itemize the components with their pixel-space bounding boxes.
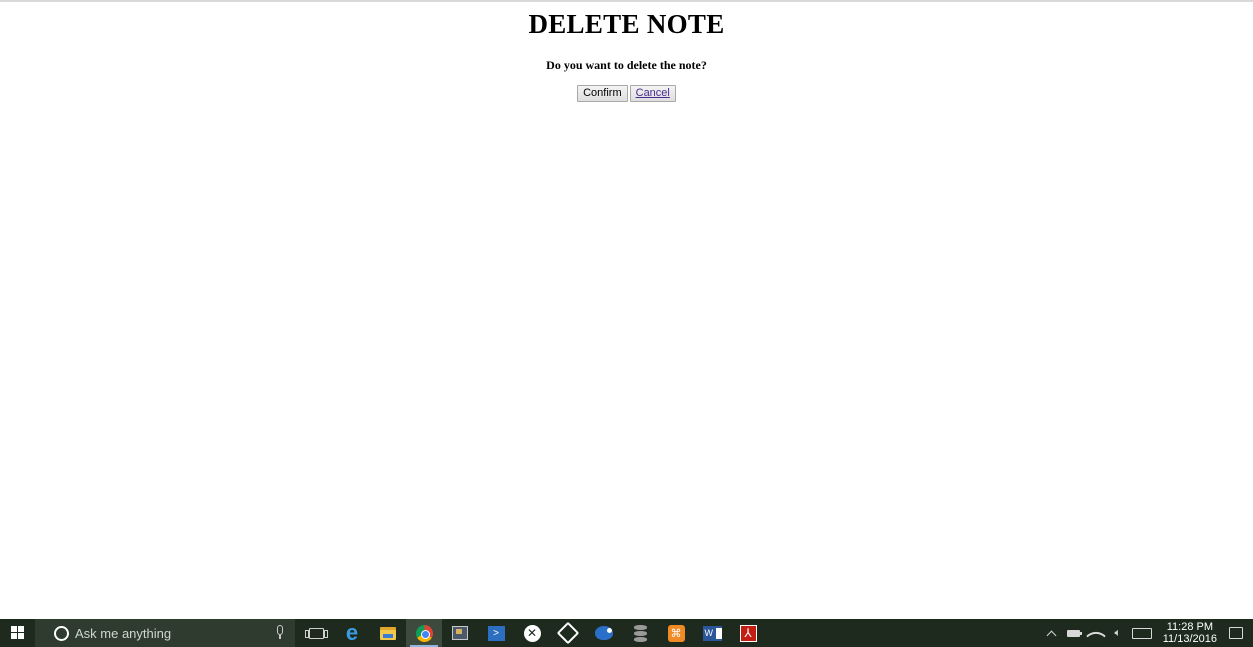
taskbar-item-task-view[interactable]: [298, 619, 334, 647]
touch-keyboard-button[interactable]: [1129, 619, 1155, 647]
taskbar-item-chrome[interactable]: [406, 619, 442, 647]
chevron-up-icon: [1046, 630, 1057, 640]
database-icon: [633, 624, 647, 642]
taskbar-item-edge[interactable]: e: [334, 619, 370, 647]
windows-taskbar: e > ✕ ⌘ W ⅄ 🔈︎ 11:28 PM 11/13/2016: [0, 619, 1253, 647]
taskbar-item-database[interactable]: [622, 619, 658, 647]
virtualbox-icon: [556, 621, 580, 645]
show-hidden-icons-button[interactable]: [1041, 619, 1063, 647]
acrobat-icon: ⅄: [739, 624, 757, 642]
clock-date: 11/13/2016: [1162, 633, 1217, 645]
cortana-search-box[interactable]: [35, 619, 295, 647]
taskbar-item-xampp[interactable]: ⌘: [658, 619, 694, 647]
wifi-icon: [1085, 626, 1106, 646]
clock[interactable]: 11:28 PM 11/13/2016: [1155, 619, 1225, 647]
network-button[interactable]: [1085, 619, 1107, 647]
battery-icon: [1067, 629, 1083, 637]
steam-icon: [595, 626, 613, 640]
speaker-icon: 🔈︎: [1114, 626, 1122, 639]
taskbar-item-virtualbox[interactable]: [550, 619, 586, 647]
microphone-icon[interactable]: [275, 625, 285, 641]
taskbar-item-steam[interactable]: [586, 619, 622, 647]
confirm-button[interactable]: Confirm: [577, 85, 628, 102]
action-center-icon[interactable]: [1229, 627, 1243, 639]
action-buttons: Confirm Cancel: [0, 85, 1253, 102]
chrome-icon: [415, 624, 433, 642]
file-explorer-icon: [380, 626, 396, 640]
taskbar-item-powershell[interactable]: >: [478, 619, 514, 647]
system-tray: 🔈︎ 11:28 PM 11/13/2016: [1041, 619, 1253, 647]
cortana-icon: [54, 625, 69, 641]
start-button[interactable]: [0, 619, 35, 647]
windows-logo-icon: [10, 626, 25, 640]
xampp-icon: ⌘: [667, 624, 685, 642]
taskbar-item-acrobat[interactable]: ⅄: [730, 619, 766, 647]
taskbar-item-file-explorer[interactable]: [370, 619, 406, 647]
task-view-icon: [304, 627, 328, 639]
taskbar-item-photos[interactable]: [442, 619, 478, 647]
cancel-button[interactable]: Cancel: [629, 85, 676, 102]
clock-time: 11:28 PM: [1166, 621, 1214, 633]
xbox-icon: ✕: [523, 624, 541, 642]
taskbar-apps: e > ✕ ⌘ W ⅄: [298, 619, 766, 647]
taskbar-item-word[interactable]: W: [694, 619, 730, 647]
search-input[interactable]: [75, 625, 255, 641]
photos-icon: [452, 626, 468, 640]
battery-button[interactable]: [1063, 619, 1085, 647]
word-icon: W: [702, 625, 722, 641]
edge-icon: e: [345, 620, 359, 645]
volume-button[interactable]: 🔈︎: [1107, 619, 1129, 647]
confirmation-prompt: Do you want to delete the note?: [546, 58, 707, 72]
powershell-icon: >: [487, 625, 505, 641]
keyboard-icon: [1131, 627, 1152, 639]
page-title: DELETE NOTE: [528, 9, 725, 39]
taskbar-item-xbox[interactable]: ✕: [514, 619, 550, 647]
delete-note-page: DELETE NOTE Do you want to delete the no…: [0, 0, 1253, 619]
